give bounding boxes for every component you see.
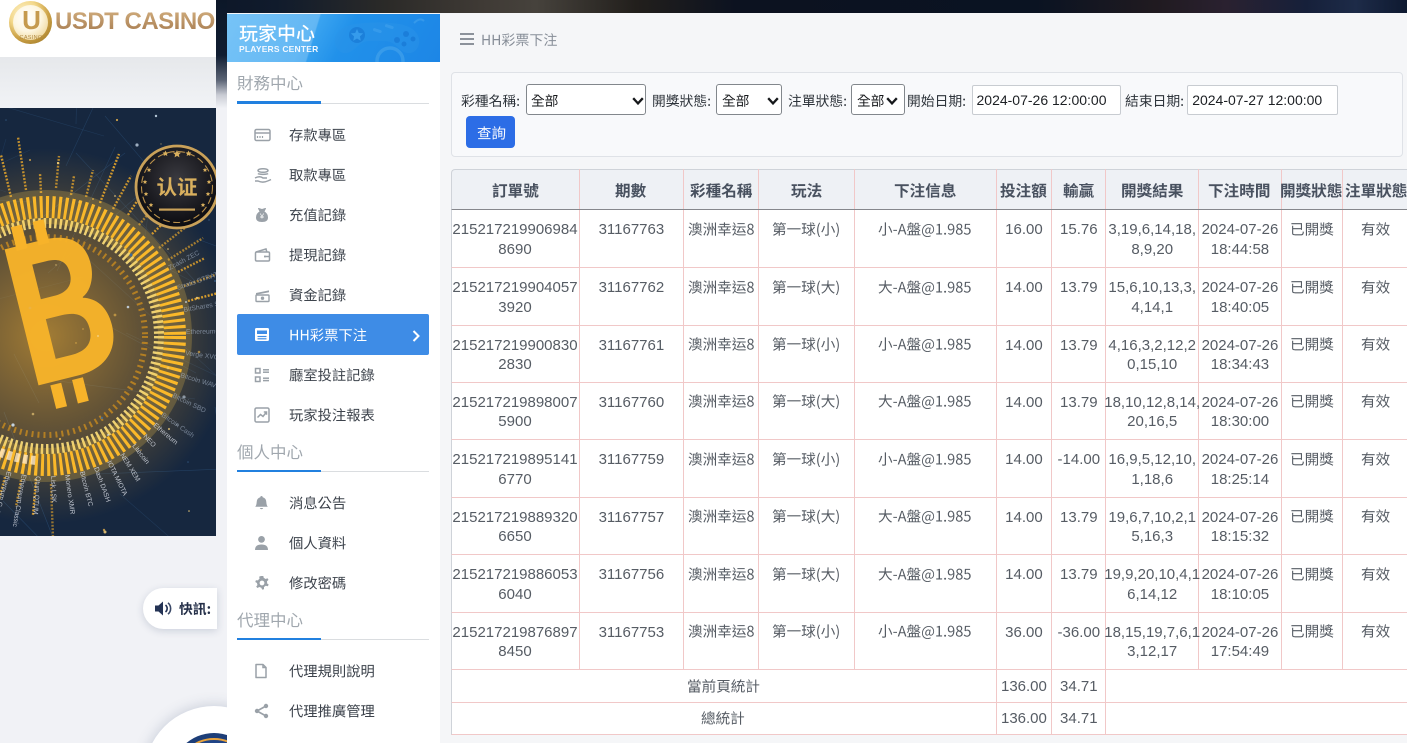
svg-text:Lisk LSK: Lisk LSK [49,476,57,504]
svg-text:EthereumC: EthereumC [186,328,216,336]
